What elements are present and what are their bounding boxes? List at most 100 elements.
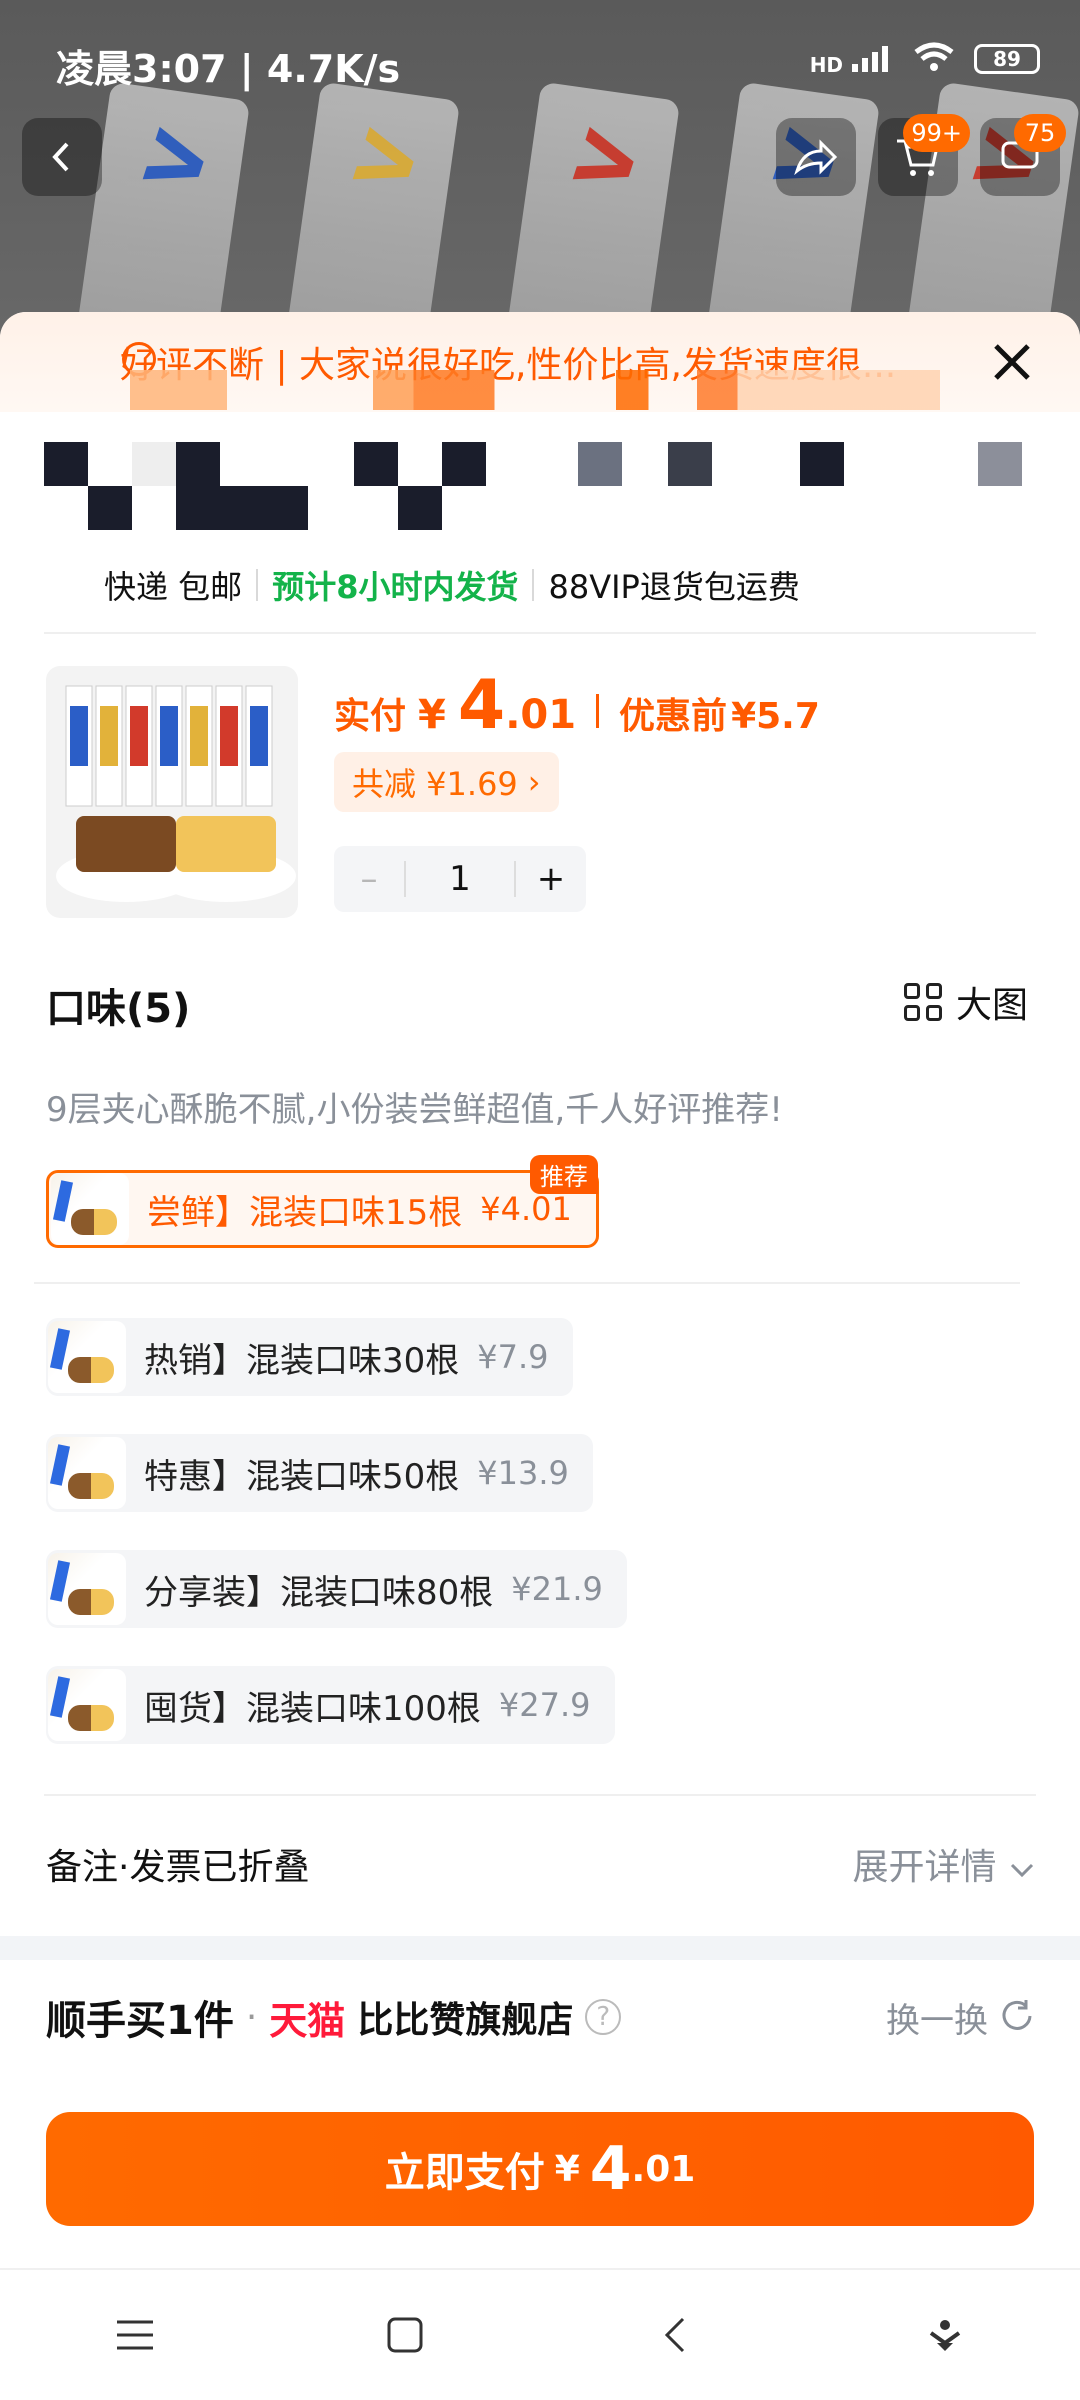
battery-level: 89 (993, 47, 1021, 71)
review-notice: 好评不断 | 大家说很好吃,性价比高,发货速度很... (0, 312, 1080, 412)
signal-icon: HD (810, 42, 894, 77)
quantity-stepper: – 1 + (334, 846, 586, 912)
back-icon (664, 2317, 685, 2353)
message-button[interactable]: 75 (980, 114, 1066, 196)
status-bar: 凌晨3:07 | 4.7K/s HD 89 (0, 0, 1080, 120)
flavor-option[interactable]: 热销】混装口味30根 ¥7.9 (46, 1318, 573, 1396)
swap-button[interactable]: 换一换 (886, 1993, 1036, 2042)
vip-return: 88VIP退货包运费 (548, 568, 800, 606)
option-name: 分享装】混装口味80根 (144, 1572, 494, 1613)
price-dec: .01 (505, 692, 577, 738)
assistant-button[interactable] (910, 2300, 980, 2370)
status-time: 凌晨3:07 | 4.7K/s (56, 38, 400, 93)
recommended-badge: 推荐 (529, 1155, 598, 1194)
pay-dec: .01 (631, 2148, 696, 2190)
pay-label: 立即支付 (384, 2150, 545, 2196)
signal-label: HD (809, 52, 844, 77)
promo-title: 顺手买1件 (46, 1998, 234, 2044)
pixelated-address (44, 442, 1034, 532)
menu-icon (117, 2320, 153, 2350)
option-thumbnail (48, 1669, 126, 1741)
option-price: ¥4.01 (480, 1190, 572, 1228)
increment-button[interactable]: + (516, 859, 586, 899)
option-thumbnail (48, 1437, 126, 1509)
pay-label: 实付 (334, 696, 407, 737)
cart-badge: 99+ (903, 114, 970, 152)
option-price: ¥27.9 (498, 1686, 591, 1724)
grid-icon (903, 983, 942, 1021)
flavor-description: 9层夹心酥脆不腻,小份装尝鲜超值,千人好评推荐! (46, 1090, 783, 1130)
tmall-logo: 天猫 (269, 1998, 346, 2043)
chevron-right-icon: › (527, 763, 541, 801)
back-nav-button[interactable] (640, 2300, 710, 2370)
status-divider: | (239, 47, 267, 91)
wifi-icon (912, 40, 956, 78)
notes-row[interactable]: 备注·发票已折叠 展开详情 (46, 1838, 1036, 1890)
chevron-down-icon (1010, 1863, 1034, 1878)
option-name: 特惠】混装口味50根 (144, 1456, 460, 1497)
pay-now-button[interactable]: 立即支付 ¥ 4.01 (46, 2112, 1034, 2226)
flavor-option[interactable]: 尝鲜】混装口味15根 ¥4.01 推荐 (46, 1155, 599, 1248)
system-nav-bar (0, 2268, 1080, 2400)
home-icon (387, 2317, 423, 2353)
addon-shop-row: 顺手买1件 · 天猫 比比赞旗舰店 ? 换一换 (46, 1988, 1036, 2046)
expand-label: 展开详情 (852, 1847, 997, 1888)
pay-int: 4 (589, 2134, 632, 2204)
flavor-title: 口味(5) (46, 986, 191, 1032)
home-button[interactable] (370, 2300, 440, 2370)
share-button[interactable] (776, 118, 856, 196)
flavor-option[interactable]: 囤货】混装口味100根 ¥27.9 (46, 1666, 615, 1744)
option-name: 尝鲜】混装口味15根 (147, 1192, 463, 1233)
big-view-label: 大图 (955, 985, 1028, 1026)
option-price: ¥21.9 (511, 1570, 603, 1608)
menu-button[interactable] (100, 2300, 170, 2370)
share-icon (794, 139, 838, 176)
swap-label: 换一换 (886, 2000, 988, 2041)
shop-name[interactable]: 比比赞旗舰店 (357, 1991, 573, 2043)
refresh-icon (1002, 2000, 1032, 2030)
option-name: 热销】混装口味30根 (144, 1340, 460, 1381)
product-image[interactable] (46, 666, 298, 918)
back-icon (52, 142, 69, 172)
pay-currency: ¥ (554, 2148, 580, 2190)
cart-button[interactable]: 99+ (878, 114, 970, 196)
price-line: 实付 ¥ 4.01 优惠前 ¥5.7 (334, 666, 820, 745)
shipping-info: 快递 包邮 预计8小时内发货 88VIP退货包运费 (104, 562, 800, 608)
assistant-icon (929, 2320, 961, 2351)
discount-text: 共减 ¥1.69 (352, 765, 518, 803)
option-thumbnail (48, 1553, 126, 1625)
section-gap (0, 1936, 1080, 1960)
option-name: 囤货】混装口味100根 (144, 1688, 481, 1729)
wafer-illustration (56, 685, 296, 902)
checkout-sheet: 好评不断 | 大家说很好吃,性价比高,发货速度很... 快递 包邮 预计8小时内… (0, 312, 1080, 2400)
orig-label: 优惠前 (619, 696, 728, 737)
decrement-button[interactable]: – (334, 859, 404, 899)
expand-details[interactable]: 展开详情 (853, 1838, 1036, 1890)
divider (596, 694, 600, 728)
big-view-button[interactable]: 大图 (903, 976, 1028, 1028)
clock-text: 凌晨3:07 (56, 47, 227, 91)
message-badge: 75 (1014, 114, 1066, 152)
quantity-value[interactable]: 1 (404, 861, 516, 897)
option-thumbnail (48, 1321, 126, 1393)
back-button[interactable] (22, 118, 102, 196)
help-icon[interactable]: ? (585, 1999, 622, 2035)
divider (532, 569, 535, 601)
close-icon[interactable] (988, 338, 1036, 386)
battery-icon: 89 (974, 44, 1040, 74)
currency: ¥ (418, 692, 446, 738)
orig-price: ¥5.7 (731, 696, 820, 737)
divider (256, 569, 259, 601)
ship-time: 预计8小时内发货 (272, 568, 519, 606)
discount-button[interactable]: 共减 ¥1.69 › (334, 752, 559, 812)
section-divider (44, 632, 1036, 634)
flavor-option[interactable]: 特惠】混装口味50根 ¥13.9 (46, 1434, 593, 1512)
option-thumbnail (51, 1173, 129, 1245)
notes-label: 备注·发票已折叠 (46, 1847, 310, 1888)
status-icons: HD 89 (810, 40, 1040, 78)
flavor-option[interactable]: 分享装】混装口味80根 ¥21.9 (46, 1550, 627, 1628)
price-int: 4 (457, 666, 506, 745)
separator-dot: · (245, 1996, 258, 2038)
section-divider (34, 1282, 1020, 1284)
shop-info: 顺手买1件 · 天猫 比比赞旗舰店 ? (46, 1988, 622, 2046)
